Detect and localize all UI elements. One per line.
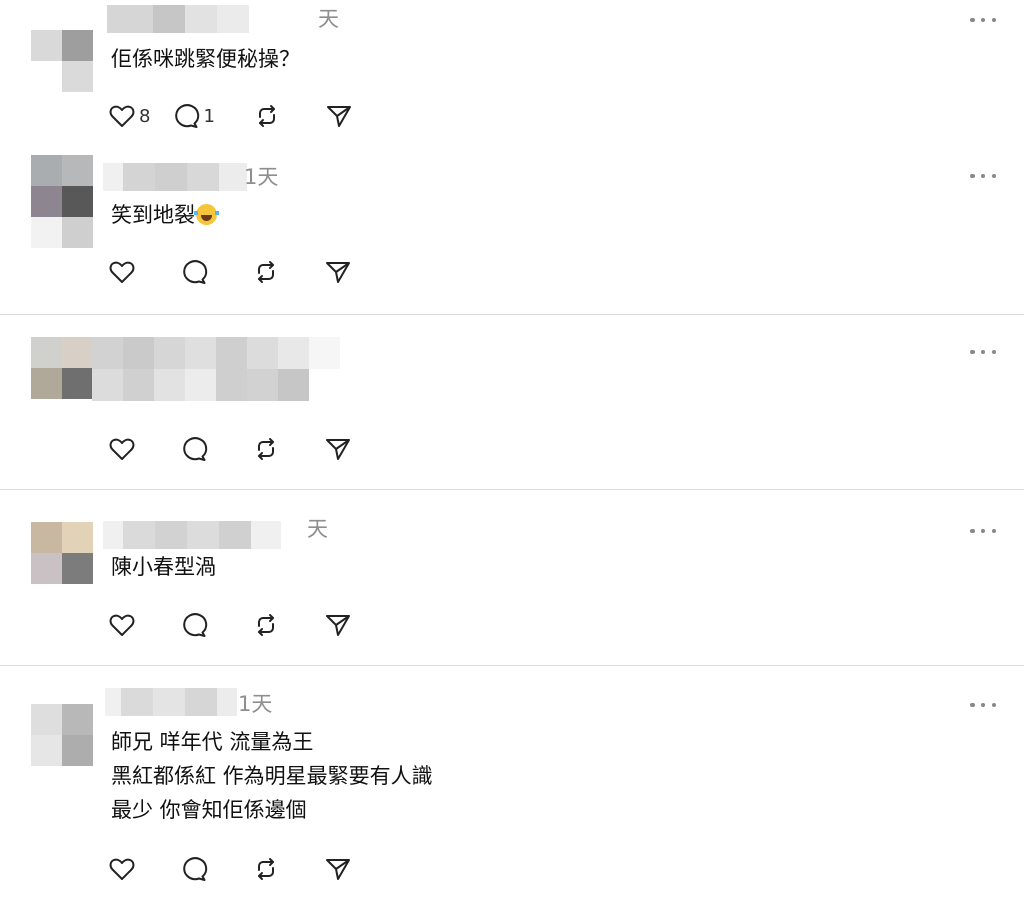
comment-text: 笑到地裂 bbox=[111, 198, 219, 232]
more-options-icon[interactable] bbox=[970, 701, 996, 709]
avatar[interactable] bbox=[31, 30, 93, 92]
heart-icon bbox=[109, 105, 135, 127]
more-options-icon[interactable] bbox=[970, 348, 996, 356]
reply-button[interactable] bbox=[180, 435, 208, 463]
comment-bubble-icon bbox=[183, 613, 208, 637]
share-button[interactable] bbox=[324, 611, 352, 639]
action-bar bbox=[108, 255, 352, 289]
repost-button[interactable] bbox=[252, 258, 280, 286]
reply-count: 1 bbox=[203, 105, 215, 127]
repost-button[interactable] bbox=[252, 611, 280, 639]
like-count: 8 bbox=[139, 105, 151, 127]
action-bar bbox=[108, 432, 352, 466]
comment-bubble-icon bbox=[175, 104, 200, 128]
comment-text-content: 笑到地裂 bbox=[111, 203, 195, 227]
username[interactable] bbox=[103, 521, 281, 549]
comment-text: 陳小春型渦 bbox=[111, 555, 216, 579]
timestamp: 天 bbox=[318, 7, 339, 31]
comment-text: 師兄 咩年代 流量為王 黑紅都係紅 作為明星最緊要有人識 最少 你會知佢係邊個 bbox=[111, 730, 433, 822]
action-bar: 8 1 bbox=[108, 99, 353, 133]
repost-icon bbox=[258, 858, 274, 880]
action-bar bbox=[108, 608, 352, 642]
comment-item: 天 陳小春型渦 bbox=[0, 490, 1024, 664]
reply-button[interactable] bbox=[180, 258, 208, 286]
comment-item: 1天 笑到地裂 bbox=[0, 150, 1024, 314]
comment-bubble-icon bbox=[183, 857, 208, 881]
send-icon bbox=[326, 262, 350, 283]
comment-item: 1天 師兄 咩年代 流量為王 黑紅都係紅 作為明星最緊要有人識 最少 你會知佢係… bbox=[0, 666, 1024, 901]
repost-icon bbox=[258, 438, 274, 460]
like-button[interactable] bbox=[108, 435, 136, 463]
send-icon bbox=[326, 615, 350, 636]
send-icon bbox=[326, 859, 350, 880]
blurred-text bbox=[92, 337, 340, 401]
action-bar bbox=[108, 852, 352, 886]
like-button[interactable] bbox=[108, 611, 136, 639]
username[interactable] bbox=[105, 688, 237, 716]
avatar-shadow bbox=[31, 217, 93, 248]
heart-icon bbox=[109, 261, 135, 283]
more-options-icon[interactable] bbox=[970, 16, 996, 24]
repost-button[interactable] bbox=[252, 855, 280, 883]
repost-icon bbox=[258, 614, 274, 636]
reply-button[interactable] bbox=[180, 611, 208, 639]
avatar[interactable] bbox=[31, 522, 93, 584]
heart-icon bbox=[109, 438, 135, 460]
laughing-emoji-icon bbox=[194, 204, 219, 225]
reply-button[interactable]: 1 bbox=[172, 102, 215, 130]
comment-item: 天 佢係咪跳緊便秘操？ 8 1 bbox=[0, 0, 1024, 150]
repost-button[interactable] bbox=[253, 102, 281, 130]
share-button[interactable] bbox=[324, 855, 352, 883]
like-button[interactable] bbox=[108, 258, 136, 286]
comment-bubble-icon bbox=[183, 260, 208, 284]
repost-icon bbox=[258, 105, 275, 127]
send-icon bbox=[326, 439, 350, 460]
like-button[interactable] bbox=[108, 855, 136, 883]
timestamp: 1天 bbox=[238, 692, 273, 716]
username[interactable] bbox=[107, 5, 249, 33]
timestamp: 天 bbox=[307, 517, 328, 541]
send-icon bbox=[326, 106, 351, 127]
comment-bubble-icon bbox=[183, 437, 208, 461]
avatar[interactable] bbox=[31, 704, 93, 766]
avatar[interactable] bbox=[31, 155, 93, 217]
heart-icon bbox=[109, 858, 135, 880]
share-button[interactable] bbox=[325, 102, 353, 130]
more-options-icon[interactable] bbox=[970, 172, 996, 180]
comment-text: 佢係咪跳緊便秘操？ bbox=[111, 47, 300, 71]
share-button[interactable] bbox=[324, 258, 352, 286]
heart-icon bbox=[109, 614, 135, 636]
like-button[interactable]: 8 bbox=[108, 102, 150, 130]
timestamp: 1天 bbox=[244, 165, 279, 189]
repost-button[interactable] bbox=[252, 435, 280, 463]
username[interactable] bbox=[103, 163, 247, 191]
repost-icon bbox=[258, 261, 274, 283]
avatar[interactable] bbox=[31, 337, 93, 399]
more-options-icon[interactable] bbox=[970, 527, 996, 535]
reply-button[interactable] bbox=[180, 855, 208, 883]
share-button[interactable] bbox=[324, 435, 352, 463]
comment-item bbox=[0, 315, 1024, 489]
